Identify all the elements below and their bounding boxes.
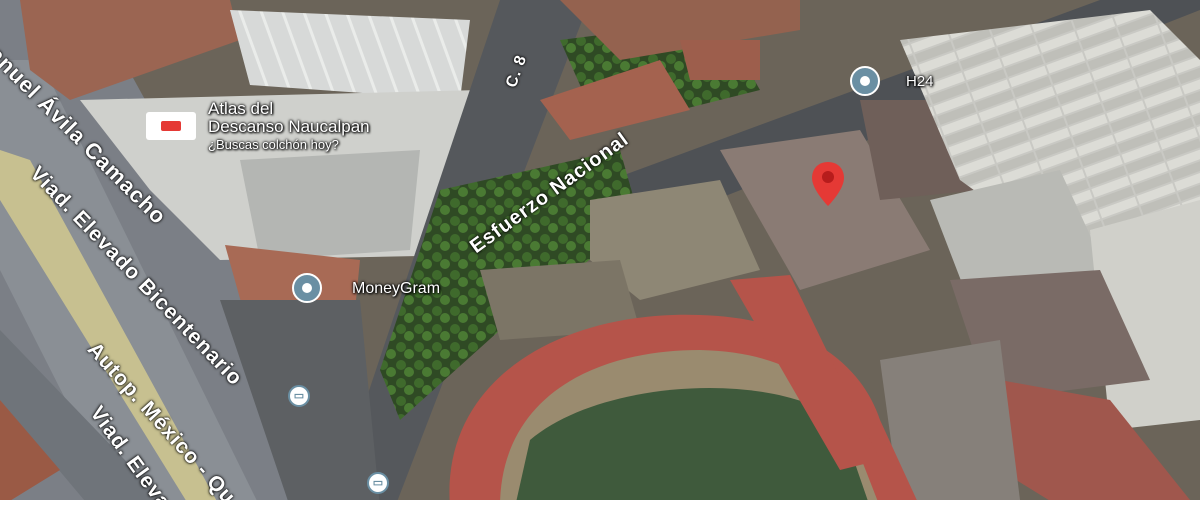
moneygram-poi-icon[interactable]: [292, 273, 322, 303]
bus-stop-icon[interactable]: ▭: [288, 385, 310, 407]
bus-stop-icon[interactable]: ▭: [367, 472, 389, 494]
poi-h24-label[interactable]: H24: [906, 73, 934, 90]
poi-atlas-name-2: Descanso Naucalpan: [208, 117, 370, 136]
bottom-border: [0, 500, 1200, 507]
h24-poi-icon[interactable]: [850, 66, 880, 96]
poi-moneygram-label[interactable]: MoneyGram: [352, 280, 440, 298]
location-pin-icon[interactable]: [810, 162, 846, 206]
poi-atlas-subtitle: ¿Buscas colchón hoy?: [208, 137, 339, 152]
poi-atlas-label[interactable]: Atlas del Descanso Naucalpan ¿Buscas col…: [208, 100, 370, 154]
satellite-map[interactable]: Atlas del Descanso Naucalpan ¿Buscas col…: [0, 0, 1200, 507]
poi-atlas-name-1: Atlas del: [208, 99, 274, 118]
store-icon[interactable]: [146, 112, 196, 140]
